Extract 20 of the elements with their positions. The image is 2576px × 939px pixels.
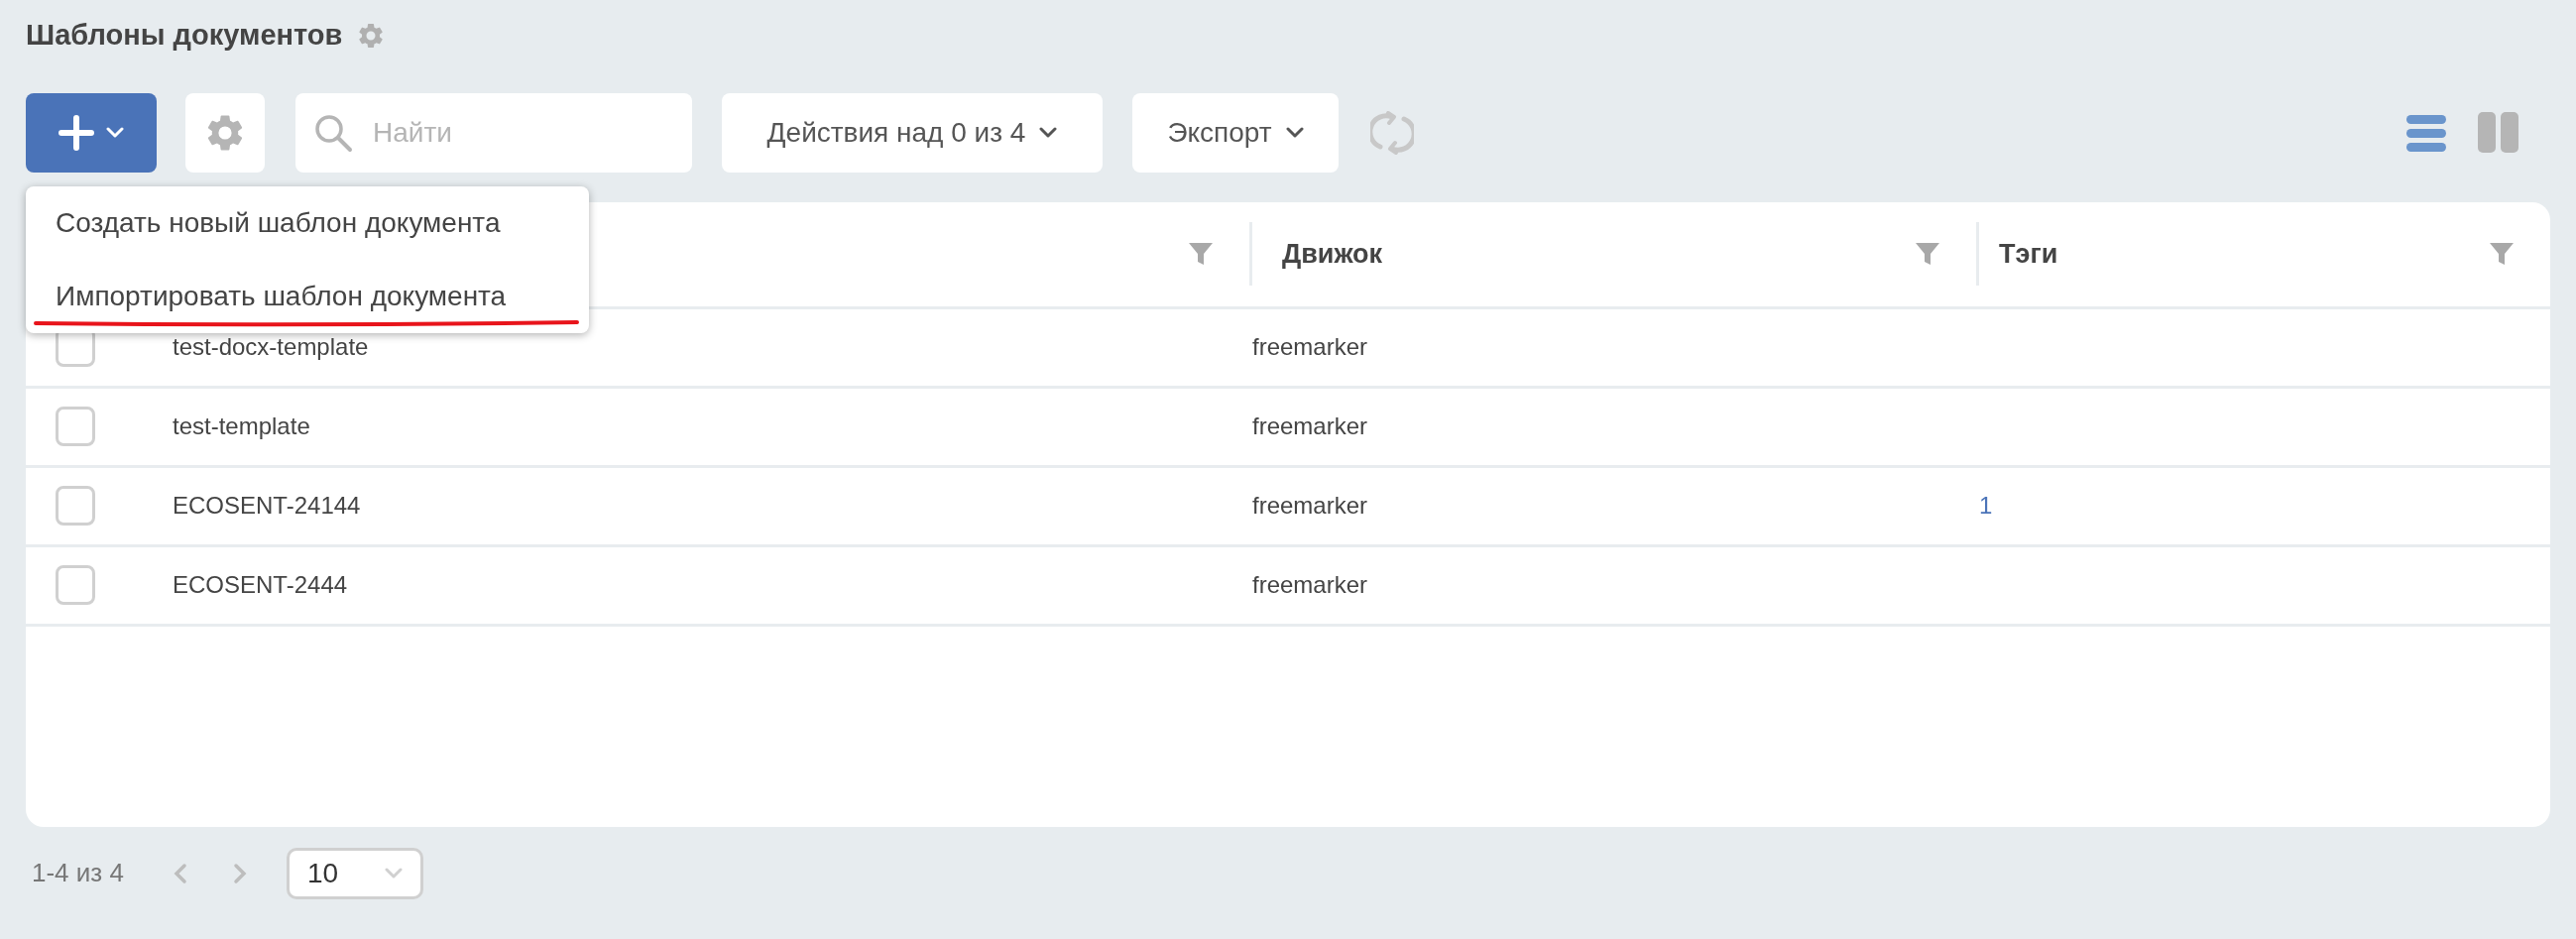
column-header: Тэги <box>1999 237 2058 271</box>
table-cell: ECOSENT-24144 <box>173 492 361 519</box>
column-header: Движок <box>1282 237 1382 271</box>
search-bar[interactable]: Найти <box>295 92 692 173</box>
search-input[interactable]: Найти <box>373 111 674 154</box>
page-title: Шаблоны документов <box>26 18 343 53</box>
table-cell: ECOSENT-2444 <box>173 571 348 598</box>
menu-item[interactable]: Создать новый шаблон документа <box>26 186 589 260</box>
table-cell: test-docx-template <box>173 333 369 360</box>
table-cell: test-template <box>173 412 310 439</box>
export-dropdown[interactable]: Экспорт <box>1132 92 1339 173</box>
table-cell: freemarker <box>1252 412 1368 439</box>
actions-dropdown[interactable]: Действия над 0 из 4 <box>722 92 1103 173</box>
table-cell: freemarker <box>1252 492 1368 519</box>
pagination-range: 1-4 из 4 <box>32 857 124 889</box>
menu-item[interactable]: Импортировать шаблон документа <box>26 260 589 333</box>
table-cell: freemarker <box>1252 333 1368 360</box>
page-size-select[interactable]: 10 <box>286 847 423 899</box>
table-cell: freemarker <box>1252 571 1368 598</box>
table-cell: 1 <box>1979 492 1993 519</box>
